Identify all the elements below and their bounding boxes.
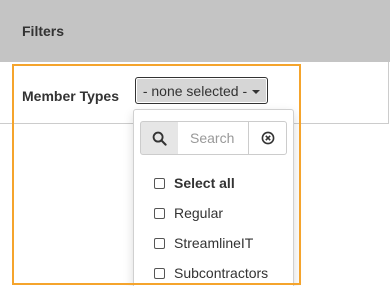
highlight-box [12, 64, 301, 285]
filters-header: Filters [0, 0, 390, 62]
filters-title: Filters [22, 23, 65, 39]
filters-widget: Filters Member Types - none selected - S… [0, 0, 390, 286]
